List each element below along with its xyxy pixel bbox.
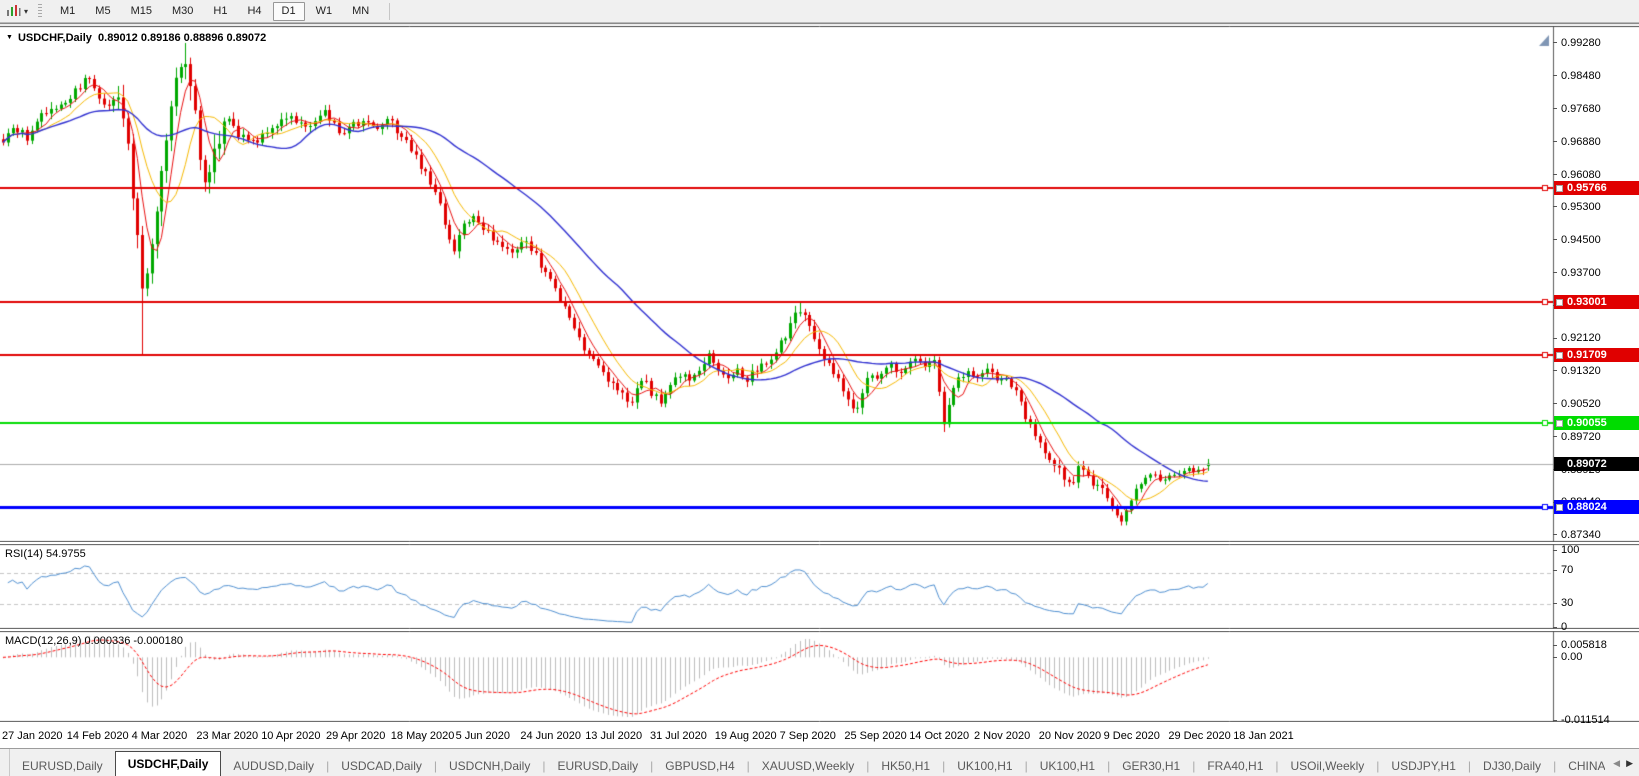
chart-tab-bar: EURUSD,Daily USDCHF,Daily AUDUSD,Daily | USD…: [0, 748, 1639, 776]
chevron-down-icon[interactable]: ▾: [24, 7, 28, 16]
timeframe-button-h4[interactable]: H4: [238, 2, 270, 21]
chart-tab-usdcnh-daily[interactable]: USDCNH,Daily: [437, 756, 542, 776]
price-tick: 0.94500: [1553, 234, 1601, 246]
tabs-box: EURUSD,Daily USDCHF,Daily AUDUSD,Daily | USD…: [10, 751, 1639, 776]
chart-tab-usdcad-daily[interactable]: USDCAD,Daily: [329, 756, 434, 776]
price-tick: 0.90520: [1553, 398, 1601, 410]
chart-area: ▼ USDCHF,Daily 0.89012 0.89186 0.88896 0.…: [0, 23, 1639, 748]
date-label: 25 Sep 2020: [844, 730, 907, 742]
chart-symbol-label: USDCHF,Daily: [17, 32, 92, 44]
price-tick: 0.89720: [1553, 431, 1601, 443]
chart-tab-audusd-daily[interactable]: AUDUSD,Daily: [221, 756, 326, 776]
macd-canvas[interactable]: [0, 631, 1639, 722]
chart-tab-fra40-h1[interactable]: FRA40,H1: [1195, 756, 1275, 776]
date-label: 13 Jul 2020: [585, 730, 643, 742]
timeframe-button-m5[interactable]: M5: [86, 2, 119, 21]
chart-dropdown-icon[interactable]: ▼: [6, 34, 13, 41]
date-label: 23 Mar 2020: [196, 730, 259, 742]
date-label: 14 Feb 2020: [66, 730, 129, 742]
date-label: 4 Mar 2020: [131, 730, 188, 742]
macd-header: MACD(12,26,9) 0.000336 -0.000180: [5, 635, 183, 647]
date-label: 10 Apr 2020: [261, 730, 321, 742]
timeframes-toolbar: ▾ M1 M5 M15 M30 H1 H4 D1 W1 MN: [0, 0, 1639, 23]
timeframe-button-m15[interactable]: M15: [122, 2, 161, 21]
date-label: 9 Dec 2020: [1103, 730, 1160, 742]
price-tick: 0.97680: [1553, 103, 1601, 115]
price-tick: 0.91320: [1553, 365, 1601, 377]
scroll-left-icon[interactable]: ◀: [1613, 758, 1620, 769]
chart-ohlc-values: 0.89012 0.89186 0.88896 0.89072: [98, 32, 267, 44]
chart-tab-uk100-h1[interactable]: UK100,H1: [945, 756, 1024, 776]
price-chart-canvas[interactable]: [0, 26, 1639, 542]
rsi-tick: 0: [1553, 621, 1567, 633]
timeframe-button-m30[interactable]: M30: [163, 2, 202, 21]
price-tick: 0.98480: [1553, 70, 1601, 82]
chart-tab-usdjpy-h1[interactable]: USDJPY,H1: [1379, 756, 1467, 776]
macd-axis-zero: 0.00: [1553, 651, 1582, 663]
rsi-tick: 30: [1553, 597, 1573, 609]
macd-axis-max: 0.005818: [1553, 639, 1607, 651]
price-tick: 0.96880: [1553, 136, 1601, 148]
hline-price-tag[interactable]: 0.91709: [1554, 347, 1639, 362]
timeframe-button-mn[interactable]: MN: [343, 2, 378, 21]
chart-tab-gbpusd-h4[interactable]: GBPUSD,H4: [653, 756, 746, 776]
chart-tab-uk100-h1[interactable]: UK100,H1: [1028, 756, 1107, 776]
chart-tab-hk50-h1[interactable]: HK50,H1: [869, 756, 942, 776]
price-tick: 0.95300: [1553, 201, 1601, 213]
timeframe-button-m1[interactable]: M1: [51, 2, 84, 21]
chart-tab-xauusd-weekly[interactable]: XAUUSD,Weekly: [750, 756, 866, 776]
price-tick: 0.96080: [1553, 169, 1601, 181]
date-label: 27 Jan 2020: [2, 730, 63, 742]
rsi-header: RSI(14) 54.9755: [5, 548, 86, 560]
timeframe-buttons: M1 M5 M15 M30 H1 H4 D1 W1 MN: [50, 1, 379, 21]
timeframe-button-w1[interactable]: W1: [307, 2, 342, 21]
macd-axis-min: -0.011514: [1553, 714, 1610, 726]
date-label: 29 Dec 2020: [1168, 730, 1231, 742]
hline-price-tag[interactable]: 0.88024: [1554, 499, 1639, 514]
chart-tab-dj30-daily[interactable]: DJ30,Daily: [1471, 756, 1553, 776]
rsi-tick: 70: [1553, 564, 1573, 576]
chart-tab-eurusd-daily[interactable]: EURUSD,Daily: [545, 756, 650, 776]
price-tick: 0.87340: [1553, 529, 1601, 541]
rsi-canvas[interactable]: [0, 544, 1639, 629]
date-label: 31 Jul 2020: [650, 730, 707, 742]
date-label: 18 May 2020: [390, 730, 455, 742]
date-label: 2 Nov 2020: [974, 730, 1031, 742]
date-label: 7 Sep 2020: [779, 730, 836, 742]
scroll-right-icon[interactable]: ▶: [1626, 758, 1633, 769]
tab-scroll-arrows: ◀ ▶: [1605, 750, 1639, 776]
hline-price-tag[interactable]: 0.93001: [1554, 294, 1639, 309]
date-label: 24 Jun 2020: [520, 730, 581, 742]
timeframe-button-d1[interactable]: D1: [272, 1, 305, 21]
price-tick: 0.92120: [1553, 332, 1601, 344]
date-label: 5 Jun 2020: [455, 730, 511, 742]
toolbar-separator: [389, 2, 391, 20]
date-label: 29 Apr 2020: [326, 730, 386, 742]
chart-title: ▼ USDCHF,Daily 0.89012 0.89186 0.88896 0.…: [6, 32, 266, 44]
date-label: 20 Nov 2020: [1038, 730, 1102, 742]
date-label: 19 Aug 2020: [714, 730, 777, 742]
current-price-tag: 0.89072: [1554, 456, 1639, 471]
rsi-tick: 100: [1553, 544, 1579, 556]
chart-tab-eurusd-daily[interactable]: EURUSD,Daily: [10, 756, 115, 776]
date-label: 18 Jan 2021: [1233, 730, 1294, 742]
tab-bar-grip[interactable]: [0, 749, 10, 776]
chart-tab-usoil-weekly[interactable]: USOil,Weekly: [1279, 756, 1377, 776]
timeframe-button-h1[interactable]: H1: [204, 2, 236, 21]
mt4-chart-window: { "toolbar": { "tool_icon": "chart-tool-…: [0, 0, 1639, 776]
chart-tab-usdchf-daily[interactable]: USDCHF,Daily: [114, 751, 222, 776]
chart-tab-ger30-h1[interactable]: GER30,H1: [1110, 756, 1192, 776]
price-tick: 0.93700: [1553, 267, 1601, 279]
chart-tool-icon[interactable]: [4, 3, 22, 19]
price-tick: 0.99280: [1553, 37, 1601, 49]
hline-price-tag[interactable]: 0.95766: [1554, 180, 1639, 195]
toolbar-drag-handle[interactable]: [38, 3, 43, 19]
hline-price-tag[interactable]: 0.90055: [1554, 416, 1639, 431]
date-label: 14 Oct 2020: [909, 730, 970, 742]
